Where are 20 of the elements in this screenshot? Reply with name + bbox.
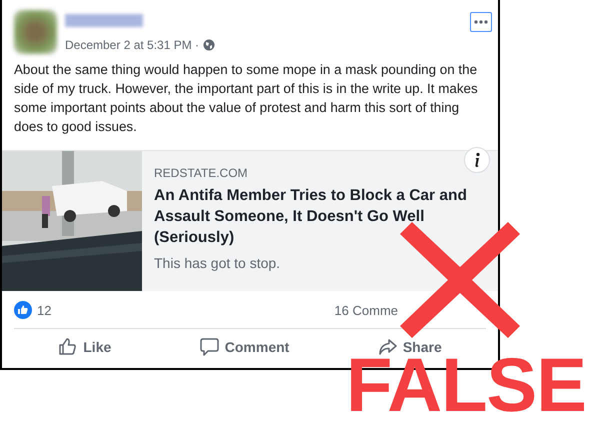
link-description: This has got to stop. — [154, 255, 282, 271]
globe-icon — [203, 39, 216, 51]
link-title[interactable]: An Antifa Member Tries to Block a Car and Assault Someone, It Doesn't Go Well (Seriously) — [154, 185, 499, 248]
comment-icon — [200, 337, 219, 356]
more-icon — [474, 20, 488, 24]
like-count[interactable]: 12 — [37, 302, 52, 318]
more-options-button[interactable] — [470, 12, 492, 32]
comment-count[interactable]: 16 Comme — [334, 302, 398, 318]
share-icon — [378, 337, 397, 356]
like-reaction-icon[interactable] — [14, 301, 32, 319]
timestamp[interactable]: December 2 at 5:31 PM · — [65, 38, 200, 52]
link-preview[interactable]: REDSTATE.COM An Antifa Member Tries to Block a Car and Assault Someone, It Doesn't Go Well (Seriously) This has got to stop. — [2, 150, 498, 291]
like-button[interactable]: Like — [50, 331, 120, 362]
post-text: About the same thing would happen to some mope in a mask pounding on the side of my truck. However, the important part of this is in the write up. It makes some important points about the value of protest and harm this sort of thing does to good issues. — [14, 61, 479, 136]
like-icon — [58, 337, 78, 356]
verdict-label: FALSE — [346, 358, 586, 414]
avatar[interactable] — [14, 10, 57, 54]
info-icon[interactable] — [464, 147, 490, 173]
comment-button[interactable]: Comment — [192, 331, 298, 362]
link-source: REDSTATE.COM — [154, 165, 249, 181]
